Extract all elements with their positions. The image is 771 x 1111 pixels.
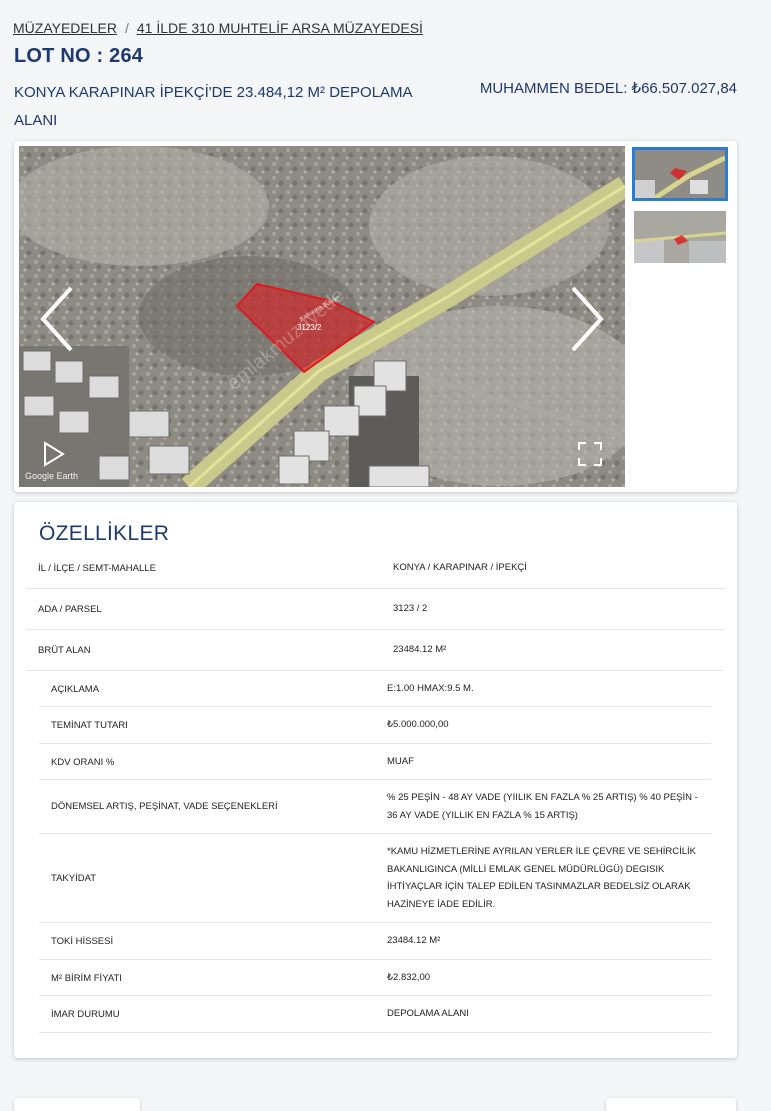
feature-label: ADA / PARSEL bbox=[38, 604, 102, 615]
thumbnail-2-image bbox=[634, 211, 726, 263]
feature-value: KONYA / KARAPINAR / İPEKÇİ bbox=[393, 562, 527, 573]
feature-row-imar: İMAR DURUMU DEPOLAMA ALANI bbox=[39, 996, 711, 1033]
feature-value: 23484.12 M² bbox=[393, 644, 447, 655]
thumbnail-1-active[interactable] bbox=[632, 147, 728, 201]
lot-title: LOT NO : 264 bbox=[14, 45, 144, 67]
breadcrumb-link-auction[interactable]: 41 İLDE 310 MUHTELİF ARSA MÜZAYEDESİ bbox=[137, 20, 423, 36]
feature-row-ada-parsel: ADA / PARSEL 3123 / 2 bbox=[26, 589, 724, 630]
features-card: ÖZELLİKLER İL / İLÇE / SEMT-MAHALLE KONY… bbox=[14, 502, 737, 1058]
image-gallery: 3123/2 Kalkınma Bulvarı emlakmuzayede Go… bbox=[14, 141, 737, 492]
feature-row-aciklama: AÇIKLAMA E:1.00 HMAX:9.5 M. bbox=[39, 671, 711, 707]
breadcrumb-link-muzayedeler[interactable]: MÜZAYEDELER bbox=[13, 20, 117, 36]
feature-value: DEPOLAMA ALANI bbox=[387, 1008, 469, 1019]
thumbnail-1-image bbox=[635, 150, 725, 198]
bottom-right-button[interactable] bbox=[606, 1098, 736, 1111]
feature-row-kdv: KDV ORANI % MUAF bbox=[39, 744, 711, 780]
feature-label: BRÜT ALAN bbox=[38, 645, 91, 656]
feature-row-toki: TOKİ HİSSESİ 23484.12 M² bbox=[39, 923, 711, 960]
breadcrumb-separator: / bbox=[124, 20, 129, 36]
main-satellite-image[interactable]: 3123/2 Kalkınma Bulvarı emlakmuzayede Go… bbox=[19, 146, 625, 487]
feature-value: ₺5.000.000,00 bbox=[387, 719, 449, 730]
feature-label: KDV ORANI % bbox=[51, 757, 115, 768]
play-icon[interactable] bbox=[43, 441, 65, 467]
breadcrumb: MÜZAYEDELER / 41 İLDE 310 MUHTELİF ARSA … bbox=[13, 20, 423, 36]
features-title: ÖZELLİKLER bbox=[39, 522, 170, 545]
feature-label: TEMİNAT TUTARI bbox=[51, 720, 128, 731]
estimated-price: MUHAMMEN BEDEL: ₺66.507.027,84 bbox=[479, 80, 737, 97]
feature-label: DÖNEMSEL ARTIŞ, PEŞİNAT, VADE SEÇENEKLER… bbox=[51, 801, 278, 812]
feature-value: ₺2.832,00 bbox=[387, 972, 431, 983]
lot-subtitle: KONYA KARAPINAR İPEKÇİ'DE 23.484,12 M² D… bbox=[14, 84, 412, 129]
feature-row-teminat: TEMİNAT TUTARI ₺5.000.000,00 bbox=[39, 707, 711, 744]
feature-label: TAKYİDAT bbox=[51, 873, 97, 884]
map-attribution: Google Earth bbox=[25, 471, 79, 481]
fullscreen-icon[interactable] bbox=[577, 441, 603, 467]
feature-label: İMAR DURUMU bbox=[51, 1009, 120, 1020]
feature-value: 23484.12 M² bbox=[387, 935, 441, 946]
feature-row-location: İL / İLÇE / SEMT-MAHALLE KONYA / KARAPIN… bbox=[26, 547, 724, 589]
feature-row-takyidat: TAKYİDAT *KAMU HİZMETLERİNE AYRILAN YERL… bbox=[39, 834, 711, 923]
feature-row-brut-alan: BRÜT ALAN 23484.12 M² bbox=[26, 630, 724, 671]
feature-value: MUAF bbox=[387, 756, 414, 767]
thumbnail-2[interactable] bbox=[634, 211, 726, 263]
feature-value: *KAMU HİZMETLERİNE AYRILAN YERLER İLE ÇE… bbox=[387, 846, 697, 910]
feature-label: M² BİRİM FİYATI bbox=[51, 973, 122, 984]
feature-value: 3123 / 2 bbox=[393, 603, 428, 614]
feature-value: E:1.00 HMAX:9.5 M. bbox=[387, 683, 474, 694]
bottom-left-button[interactable] bbox=[14, 1098, 140, 1111]
satellite-map-graphic: 3123/2 Kalkınma Bulvarı emlakmuzayede bbox=[19, 146, 625, 487]
feature-label: TOKİ HİSSESİ bbox=[51, 936, 114, 947]
feature-value: % 25 PEŞİN - 48 AY VADE (YIILIK EN FAZLA… bbox=[387, 792, 698, 821]
feature-row-vade: DÖNEMSEL ARTIŞ, PEŞİNAT, VADE SEÇENEKLER… bbox=[39, 780, 711, 834]
feature-label: İL / İLÇE / SEMT-MAHALLE bbox=[38, 563, 156, 574]
chevron-left-icon[interactable] bbox=[37, 284, 77, 354]
chevron-right-icon[interactable] bbox=[567, 284, 607, 354]
feature-label: AÇIKLAMA bbox=[51, 684, 100, 695]
feature-row-birim-fiyat: M² BİRİM FİYATI ₺2.832,00 bbox=[39, 960, 711, 996]
